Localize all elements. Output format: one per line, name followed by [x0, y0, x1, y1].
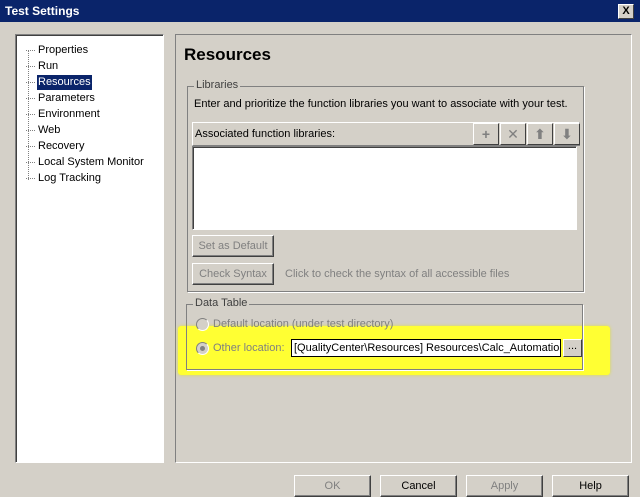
delete-icon: ✕: [507, 126, 519, 142]
close-icon[interactable]: X: [618, 4, 634, 19]
tree-item-label: Properties: [38, 44, 89, 56]
arrow-up-icon: ⬆: [534, 126, 546, 142]
window-title: Test Settings: [5, 4, 80, 18]
arrow-down-icon: ⬇: [561, 126, 573, 142]
move-down-button[interactable]: ⬇: [554, 123, 580, 145]
data-table-legend: Data Table: [193, 297, 250, 309]
move-up-button[interactable]: ⬆: [527, 123, 553, 145]
browse-button[interactable]: ...: [563, 339, 582, 357]
page-title: Resources: [184, 45, 271, 64]
libraries-group: Libraries Enter and prioritize the funct…: [187, 79, 584, 292]
libraries-list-header: Associated function libraries: + ✕ ⬆ ⬇: [192, 122, 580, 146]
title-bar: Test Settings X: [0, 0, 640, 22]
help-button[interactable]: Help: [552, 475, 629, 497]
libraries-legend: Libraries: [194, 79, 241, 91]
check-syntax-hint: Click to check the syntax of all accessi…: [285, 268, 510, 280]
tree-item-label: Resources: [37, 75, 92, 90]
tree-item-label: Log Tracking: [38, 172, 101, 184]
ok-button[interactable]: OK: [294, 475, 371, 497]
tree-connector: [28, 50, 29, 180]
add-library-button[interactable]: +: [473, 123, 499, 145]
tree-item-label: Recovery: [38, 140, 85, 152]
other-location-radio[interactable]: [196, 342, 209, 355]
other-location-label: Other location:: [213, 342, 285, 354]
resources-panel: Resources Libraries Enter and prioritize…: [175, 34, 632, 463]
data-table-group: Data Table Default location (under test …: [186, 297, 583, 370]
libraries-list[interactable]: [192, 146, 577, 230]
default-location-label: Default location (under test directory): [213, 318, 394, 330]
default-location-radio[interactable]: [196, 318, 209, 331]
tree-item-label: Run: [38, 60, 59, 72]
radio-dot: [200, 346, 205, 351]
tree-item-label: Local System Monitor: [38, 156, 144, 168]
tree-item-label: Environment: [38, 108, 100, 120]
tree-item-label: Parameters: [38, 92, 95, 104]
libraries-list-label: Associated function libraries:: [195, 128, 336, 140]
cancel-button[interactable]: Cancel: [380, 475, 457, 497]
check-syntax-button[interactable]: Check Syntax: [192, 263, 274, 285]
settings-tree: Properties Run Resources Parameters Envi…: [15, 34, 164, 463]
other-location-path-field[interactable]: [QualityCenter\Resources] Resources\Calc…: [291, 339, 561, 357]
apply-button[interactable]: Apply: [466, 475, 543, 497]
remove-library-button[interactable]: ✕: [500, 123, 526, 145]
tree-item-label: Web: [38, 124, 61, 136]
libraries-description: Enter and prioritize the function librar…: [194, 98, 568, 110]
set-as-default-button[interactable]: Set as Default: [192, 235, 274, 257]
plus-icon: +: [481, 126, 491, 142]
